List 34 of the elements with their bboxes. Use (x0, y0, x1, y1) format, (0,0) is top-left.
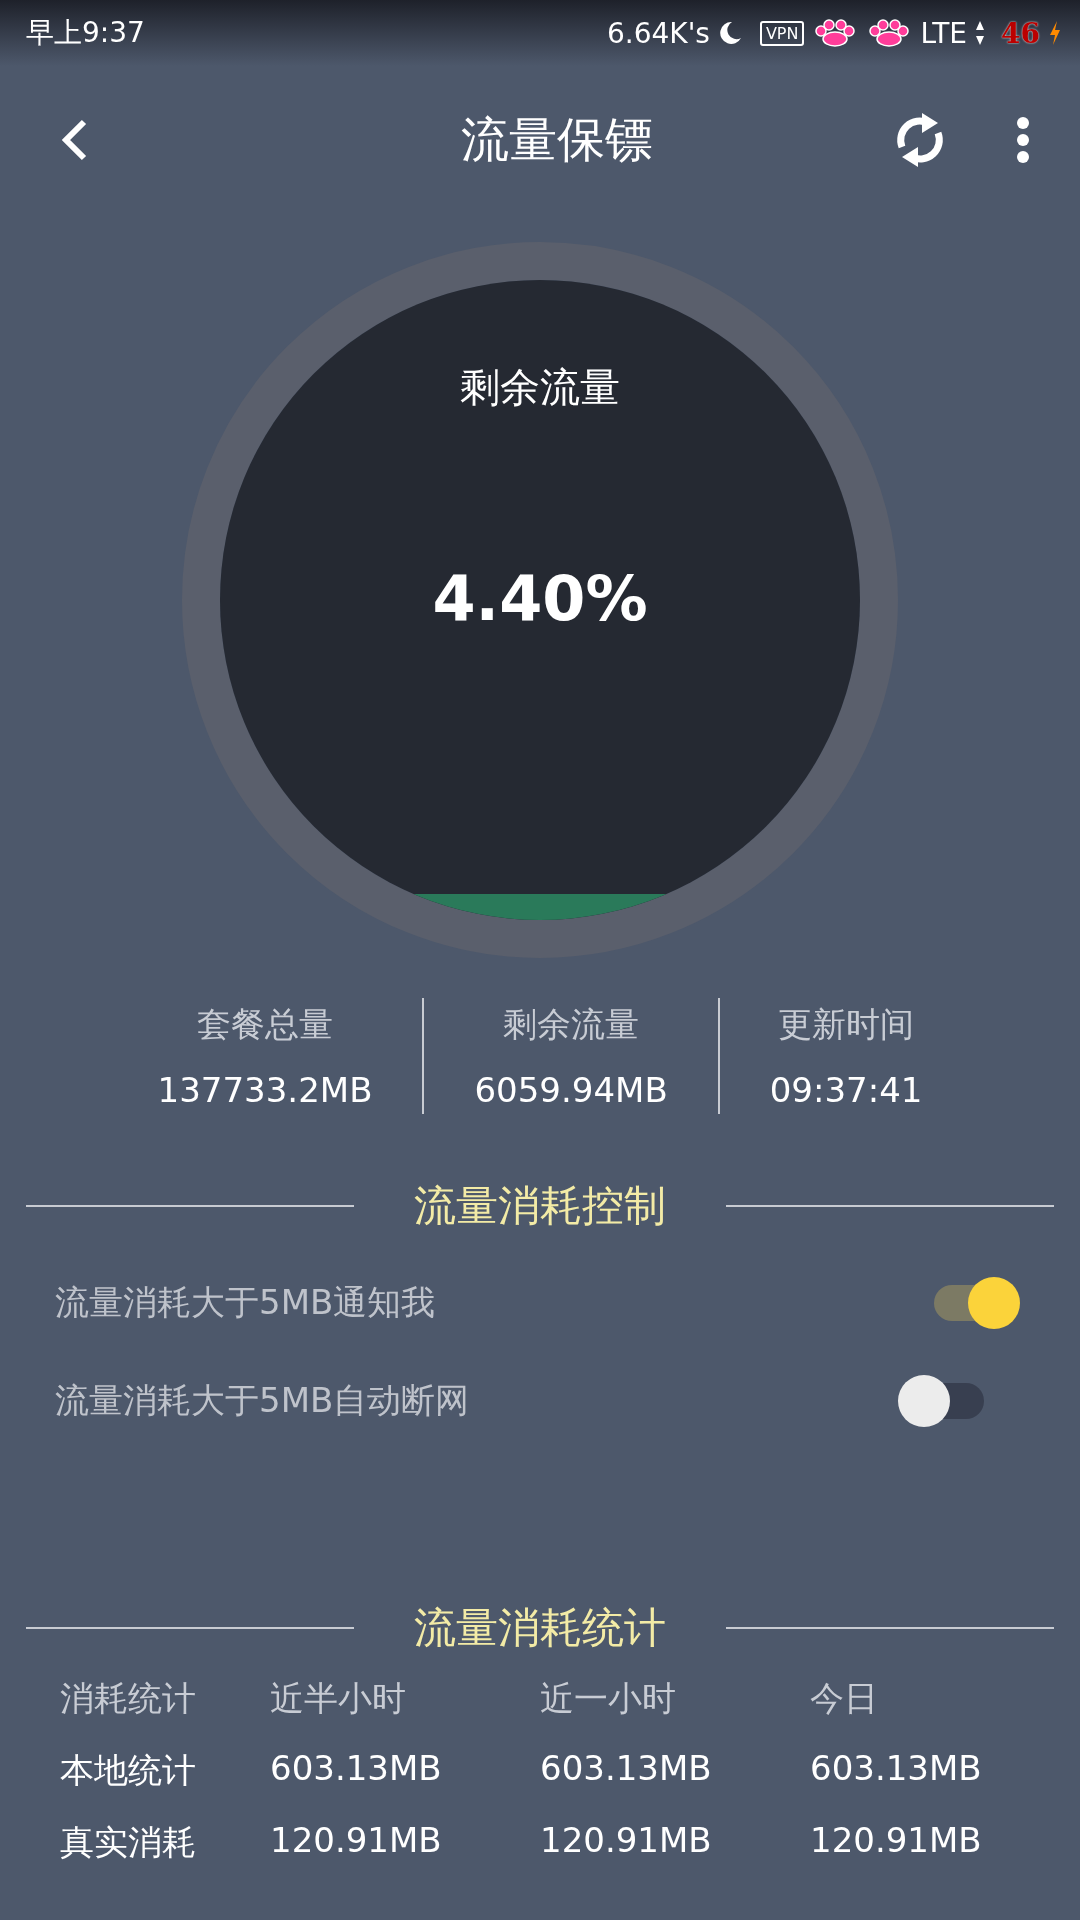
section-title: 流量消耗统计 (414, 1602, 666, 1654)
moon-icon (717, 20, 742, 46)
table-cell-text: 603.13MB (270, 1748, 443, 1790)
table-cell-text: 603.13MB (540, 1748, 713, 1790)
table-cell-text: 120.91MB (810, 1820, 983, 1862)
battery-level: 46 (1001, 16, 1040, 50)
summary-value: 137733.2MB (157, 1070, 373, 1110)
column-header: 今日 (810, 1677, 879, 1720)
gauge-label: 剩余流量 (460, 363, 620, 412)
setting-label: 流量消耗大于5MB自动断网 (55, 1379, 470, 1422)
page-title: 流量保镖 (460, 110, 654, 169)
summary-label: 套餐总量 (197, 1003, 333, 1046)
table-cell-text: 120.91MB (270, 1820, 443, 1862)
setting-label: 流量消耗大于5MB通知我 (55, 1281, 436, 1324)
more-icon[interactable] (1016, 117, 1030, 163)
charging-icon (1048, 20, 1062, 46)
network-speed: 6.64K's (606, 16, 710, 50)
column-header: 近一小时 (540, 1677, 677, 1720)
summary-value: 09:37:41 (769, 1070, 923, 1110)
column-header: 近半小时 (270, 1677, 407, 1720)
network-type: LTE (920, 16, 968, 50)
vpn-badge: VPN (759, 20, 805, 46)
data-arrows-icon (975, 20, 986, 46)
summary-value: 6059.94MB (474, 1070, 668, 1110)
status-time: 早上9:37 (26, 15, 145, 51)
gauge-percent: 4.40% (432, 562, 648, 635)
row-header: 本地统计 (60, 1749, 197, 1792)
column-header: 消耗统计 (60, 1677, 197, 1720)
summary-label: 更新时间 (778, 1003, 915, 1046)
table-cell-text: 120.91MB (540, 1820, 713, 1862)
summary-label: 剩余流量 (503, 1003, 640, 1046)
row-header: 真实消耗 (60, 1821, 197, 1864)
table-cell-text: 603.13MB (810, 1748, 983, 1790)
section-title: 流量消耗控制 (414, 1180, 666, 1232)
